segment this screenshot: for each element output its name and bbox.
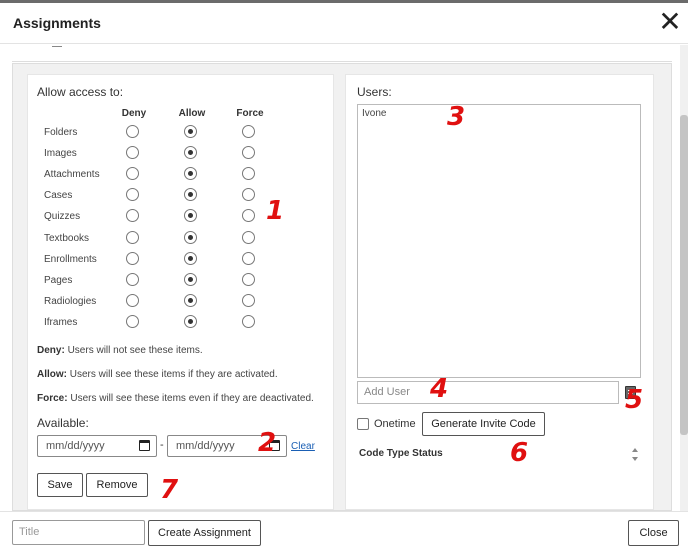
radio-allow[interactable] — [184, 209, 197, 222]
radio-force[interactable] — [242, 294, 255, 307]
dialog-title: Assignments — [13, 15, 101, 31]
access-heading: Allow access to: — [37, 85, 124, 99]
create-assignment-button[interactable]: Create Assignment — [148, 520, 261, 546]
radio-allow[interactable] — [184, 273, 197, 286]
radio-allow[interactable] — [184, 125, 197, 138]
remove-button[interactable]: Remove — [86, 473, 148, 497]
add-user-input[interactable]: Add User — [357, 381, 619, 404]
allow-description: Allow: Users will see these items if the… — [37, 369, 278, 380]
access-row-label: Quizzes — [44, 211, 81, 222]
radio-deny[interactable] — [126, 209, 139, 222]
radio-deny[interactable] — [126, 231, 139, 244]
users-list[interactable] — [357, 104, 641, 378]
radio-allow[interactable] — [184, 188, 197, 201]
access-row-label: Textbooks — [44, 233, 90, 244]
available-heading: Available: — [37, 416, 89, 430]
access-row-label: Pages — [44, 275, 73, 286]
close-button[interactable]: Close — [628, 520, 679, 546]
radio-deny[interactable] — [126, 146, 139, 159]
clear-dates-link[interactable]: Clear — [291, 441, 315, 452]
scrollbar-thumb[interactable] — [680, 115, 688, 435]
radio-deny[interactable] — [126, 294, 139, 307]
annotation-2: 2 — [258, 428, 277, 458]
close-icon[interactable]: ✕ — [656, 8, 684, 37]
end-date-placeholder: mm/dd/yyyy — [176, 440, 235, 452]
radio-deny[interactable] — [126, 188, 139, 201]
generate-invite-code-button[interactable]: Generate Invite Code — [422, 412, 545, 436]
save-button[interactable]: Save — [37, 473, 83, 497]
radio-force[interactable] — [242, 146, 255, 159]
radio-force[interactable] — [242, 231, 255, 244]
code-type-status-label: Code Type Status — [359, 448, 443, 459]
radio-deny[interactable] — [126, 315, 139, 328]
start-date-placeholder: mm/dd/yyyy — [46, 440, 105, 452]
onetime-checkbox[interactable] — [357, 418, 369, 430]
radio-deny[interactable] — [126, 273, 139, 286]
onetime-label: Onetime — [374, 418, 416, 430]
force-description: Force: Users will see these items even i… — [37, 393, 314, 404]
access-row-label: Cases — [44, 190, 73, 201]
radio-allow[interactable] — [184, 294, 197, 307]
start-date-input[interactable]: mm/dd/yyyy — [37, 435, 157, 457]
column-force: Force — [236, 108, 264, 119]
dialog-scrollbar[interactable] — [680, 45, 688, 511]
radio-force[interactable] — [242, 315, 255, 328]
access-row-label: Folders — [44, 127, 78, 138]
annotation-4: 4 — [430, 374, 449, 404]
annotation-7: 7 — [160, 475, 179, 505]
access-row-label: Iframes — [44, 317, 78, 328]
annotation-6: 6 — [510, 438, 529, 468]
radio-force[interactable] — [242, 188, 255, 201]
code-status-spinner[interactable] — [631, 447, 640, 463]
radio-force[interactable] — [242, 273, 255, 286]
annotation-5: 5 — [625, 385, 644, 415]
access-row-label: Radiologies — [44, 296, 97, 307]
radio-allow[interactable] — [184, 252, 197, 265]
radio-force[interactable] — [242, 125, 255, 138]
access-row-label: Attachments — [44, 169, 100, 180]
deny-description: Deny: Users will not see these items. — [37, 345, 203, 356]
annotation-3: 3 — [447, 102, 466, 132]
calendar-icon[interactable] — [139, 440, 150, 451]
radio-allow[interactable] — [184, 167, 197, 180]
clipped-section-edge — [12, 45, 672, 62]
date-separator: - — [160, 439, 164, 451]
radio-deny[interactable] — [126, 252, 139, 265]
radio-force[interactable] — [242, 209, 255, 222]
radio-force[interactable] — [242, 252, 255, 265]
column-deny: Deny — [121, 108, 147, 119]
access-row-label: Images — [44, 148, 77, 159]
access-row-label: Enrollments — [44, 254, 97, 265]
radio-deny[interactable] — [126, 167, 139, 180]
title-input[interactable]: Title — [12, 520, 145, 545]
user-list-item[interactable]: Ivone — [362, 108, 386, 119]
radio-deny[interactable] — [126, 125, 139, 138]
dialog-header: Assignments ✕ — [0, 3, 688, 44]
users-heading: Users: — [357, 85, 392, 99]
radio-allow[interactable] — [184, 315, 197, 328]
radio-allow[interactable] — [184, 146, 197, 159]
column-allow: Allow — [178, 108, 206, 119]
annotation-1: 1 — [266, 196, 285, 226]
radio-allow[interactable] — [184, 231, 197, 244]
radio-force[interactable] — [242, 167, 255, 180]
